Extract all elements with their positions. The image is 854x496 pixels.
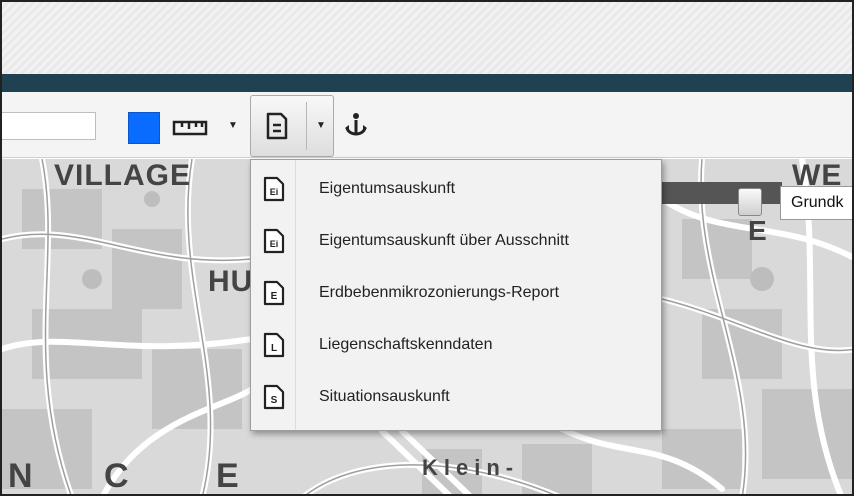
- header-bar: [2, 74, 852, 92]
- opacity-slider-handle[interactable]: [738, 188, 762, 216]
- anchor-icon: [345, 113, 367, 136]
- menu-item-label: Eigentumsauskunft: [319, 180, 456, 197]
- opacity-slider-track[interactable]: [662, 182, 782, 204]
- base-layer-select-value: Grundk: [791, 194, 844, 211]
- map-label-klein: Klein-: [422, 455, 520, 480]
- split-button-divider: [306, 102, 307, 150]
- menu-item-label: Situationsauskunft: [319, 388, 450, 405]
- menu-item-eigentumsauskunft[interactable]: Ei Eigentumsauskunft: [251, 164, 661, 216]
- document-l-icon: L: [263, 332, 285, 358]
- document-ei-icon: Ei: [263, 176, 285, 202]
- menu-item-erdbeben-report[interactable]: E Erdbebenmikrozonierungs-Report: [251, 268, 661, 320]
- report-menu-button[interactable]: ▼: [250, 95, 334, 157]
- app-window: VILLAGE WE E HU N C E Klein- Grundk ▼ ▼ …: [0, 0, 854, 496]
- map-label-c: C: [104, 457, 130, 495]
- report-menu: Ei Eigentumsauskunft Ei Eigentumsauskunf…: [250, 159, 662, 431]
- svg-text:S: S: [271, 395, 278, 406]
- toolbar: ▼ ▼: [2, 92, 852, 158]
- menu-item-eigentumsauskunft-ausschnitt[interactable]: Ei Eigentumsauskunft über Ausschnitt: [251, 216, 661, 268]
- menu-item-label: Liegenschaftskenndaten: [319, 336, 493, 353]
- svg-text:L: L: [271, 343, 277, 354]
- measure-button[interactable]: [172, 114, 212, 142]
- menu-item-label: Erdbebenmikrozonierungs-Report: [319, 284, 560, 301]
- map-label-e-bottom: E: [216, 457, 240, 495]
- menu-item-situationsauskunft[interactable]: S Situationsauskunft: [251, 372, 661, 424]
- svg-text:E: E: [271, 291, 278, 302]
- document-icon: [266, 112, 288, 140]
- color-picker-button[interactable]: [128, 112, 160, 144]
- document-s-icon: S: [263, 384, 285, 410]
- map-label-hu: HU: [208, 265, 254, 298]
- menu-item-label: Eigentumsauskunft über Ausschnitt: [319, 232, 569, 249]
- header-band: [2, 2, 852, 74]
- measure-dropdown-caret[interactable]: ▼: [226, 116, 240, 136]
- measure-icon: [172, 120, 208, 136]
- menu-item-liegenschaftskenndaten[interactable]: L Liegenschaftskenndaten: [251, 320, 661, 372]
- info-anchor-button[interactable]: [340, 110, 372, 142]
- base-layer-select[interactable]: Grundk: [780, 186, 852, 220]
- map-label-village: VILLAGE: [54, 159, 192, 192]
- svg-text:Ei: Ei: [270, 239, 279, 249]
- document-e-icon: E: [263, 280, 285, 306]
- map-label-e-right: E: [748, 215, 768, 246]
- search-input[interactable]: [2, 112, 96, 140]
- document-ei-icon: Ei: [263, 228, 285, 254]
- map-label-n: N: [8, 457, 34, 495]
- report-dropdown-caret[interactable]: ▼: [311, 116, 331, 136]
- report-button-icon: [265, 112, 289, 140]
- svg-text:Ei: Ei: [270, 187, 279, 197]
